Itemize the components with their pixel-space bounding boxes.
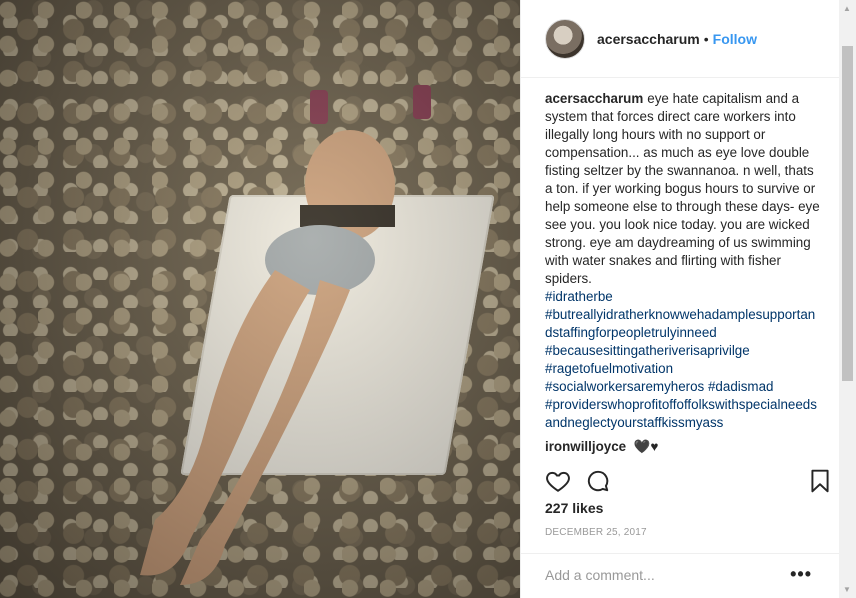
bookmark-icon[interactable] xyxy=(807,468,833,494)
comments-area[interactable]: acersaccharum eye hate capitalism and a s… xyxy=(545,90,821,462)
ellipsis-icon[interactable]: ••• xyxy=(790,564,812,585)
hashtag-link[interactable]: #becausesittingatheriverisaprivilge xyxy=(545,342,821,360)
add-comment-bar: ••• xyxy=(521,553,840,598)
comment-username[interactable]: ironwilljoyce xyxy=(545,439,626,454)
post-header: acersaccharum • Follow xyxy=(521,0,839,78)
post-side-panel: acersaccharum • Follow acersaccharum eye … xyxy=(520,0,840,598)
hashtag-link[interactable]: #socialworkersaremyheros #dadismad xyxy=(545,378,821,396)
caption: acersaccharum eye hate capitalism and a s… xyxy=(545,90,821,432)
caption-text: eye hate capitalism and a system that fo… xyxy=(545,91,820,286)
scroll-up-arrow-icon[interactable]: ▲ xyxy=(843,4,851,13)
likes-count[interactable]: 227 likes xyxy=(545,500,603,516)
header-username[interactable]: acersaccharum xyxy=(597,31,700,47)
comment-text: 🖤♥ xyxy=(633,439,659,454)
header-text: acersaccharum • Follow xyxy=(597,31,757,47)
comment-item: ironwilljoyce 🖤♥ xyxy=(545,438,821,456)
hashtag-link[interactable]: #ragetofuelmotivation xyxy=(545,360,821,378)
header-separator: • xyxy=(703,30,709,47)
follow-button[interactable]: Follow xyxy=(713,31,757,47)
scrollbar-thumb[interactable] xyxy=(842,46,853,381)
heart-outline-icon[interactable] xyxy=(545,468,571,494)
post-date[interactable]: DECEMBER 25, 2017 xyxy=(545,527,647,538)
avatar[interactable] xyxy=(545,18,585,59)
hashtag-link[interactable]: #providerswhoprofitoffoffolkswithspecial… xyxy=(545,396,821,432)
add-comment-input[interactable] xyxy=(545,567,785,583)
hashtag-link[interactable]: #idratherbe xyxy=(545,288,821,306)
post-photo[interactable] xyxy=(0,0,520,598)
hashtag-link[interactable]: #butreallyidratherknowwehadamplesupporta… xyxy=(545,306,821,342)
scroll-down-arrow-icon[interactable]: ▼ xyxy=(843,585,851,594)
photo-shade xyxy=(0,0,520,598)
speech-bubble-icon[interactable] xyxy=(585,468,611,494)
caption-username[interactable]: acersaccharum xyxy=(545,91,643,106)
scrollbar[interactable]: ▲ ▼ xyxy=(839,0,856,598)
action-bar xyxy=(545,466,833,496)
